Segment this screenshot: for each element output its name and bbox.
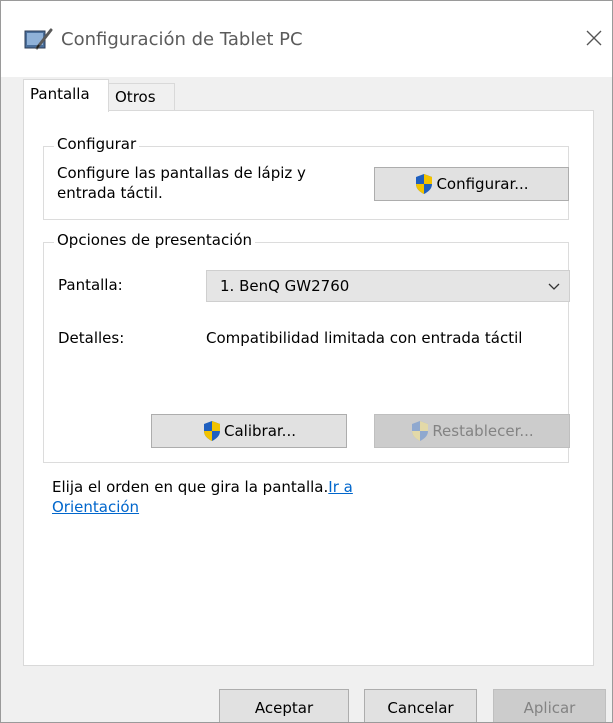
uac-shield-icon (412, 421, 429, 441)
cancel-button-label: Cancelar (387, 699, 454, 717)
details-value: Compatibilidad limitada con entrada táct… (206, 329, 523, 347)
ok-button-label: Aceptar (254, 699, 314, 717)
configure-button[interactable]: Configurar... (374, 167, 569, 201)
tab-pantalla[interactable]: Pantalla (23, 79, 109, 112)
tablet-pc-settings-window: Configuración de Tablet PC Pantalla Otro… (0, 0, 613, 723)
orientation-link-part2[interactable]: Orientación (52, 498, 139, 516)
reset-button[interactable]: Restablecer... (374, 414, 570, 448)
uac-shield-icon (204, 421, 220, 441)
configure-description-line1: Configure las pantallas de lápiz y (57, 164, 306, 182)
orientation-text-line2: Orientación (52, 498, 139, 516)
close-icon[interactable] (581, 25, 607, 51)
display-options-group: Opciones de presentación Pantalla: 1. Be… (43, 231, 570, 463)
orientation-link-part1[interactable]: Ir a (328, 478, 353, 496)
reset-button-label: Restablecer... (432, 422, 534, 440)
orientation-text-line1: Elija el orden en que gira la pantalla.I… (52, 478, 353, 496)
configure-description-line2: entrada táctil. (57, 184, 163, 202)
calibrate-button-label: Calibrar... (224, 422, 296, 440)
details-label: Detalles: (58, 329, 125, 347)
title-bar: Configuración de Tablet PC (1, 1, 612, 77)
tab-strip: Pantalla Otros (1, 77, 612, 112)
display-label: Pantalla: (58, 276, 123, 294)
display-options-legend: Opciones de presentación (54, 231, 256, 249)
display-select[interactable]: 1. BenQ GW2760 (206, 270, 570, 302)
calibrate-button[interactable]: Calibrar... (151, 414, 347, 448)
tab-panel-pantalla: Configurar Configure las pantallas de lá… (23, 110, 594, 666)
configure-button-label: Configurar... (436, 175, 529, 193)
cancel-button[interactable]: Cancelar (364, 689, 477, 722)
window-title: Configuración de Tablet PC (61, 29, 303, 50)
orientation-description: Elija el orden en que gira la pantalla. (52, 478, 329, 496)
tablet-pc-settings-icon (24, 28, 53, 50)
configure-group: Configurar Configure las pantallas de lá… (43, 135, 569, 220)
configure-group-legend: Configurar (54, 135, 140, 153)
apply-button-label: Aplicar (523, 699, 576, 717)
apply-button[interactable]: Aplicar (493, 689, 606, 722)
display-select-value: 1. BenQ GW2760 (220, 277, 350, 295)
tab-otros[interactable]: Otros (109, 83, 175, 111)
chevron-down-icon (548, 283, 560, 290)
uac-shield-icon (416, 174, 433, 194)
ok-button[interactable]: Aceptar (219, 689, 349, 722)
